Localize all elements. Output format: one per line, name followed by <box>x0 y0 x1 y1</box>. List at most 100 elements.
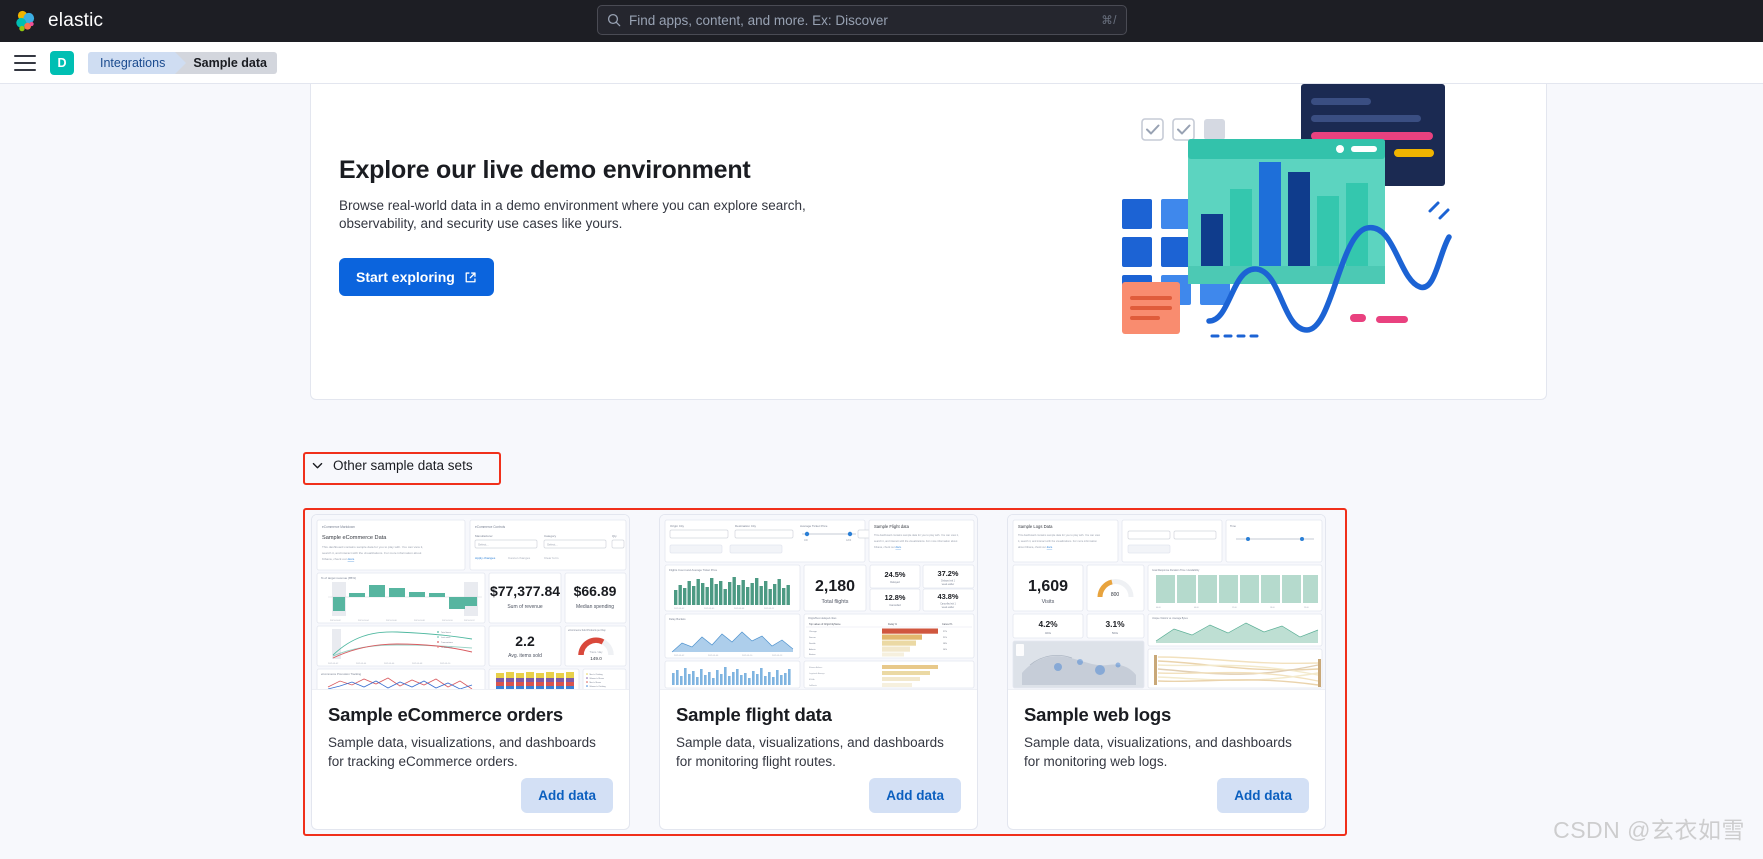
svg-text:21%: 21% <box>943 637 947 639</box>
svg-text:Denver: Denver <box>809 636 816 639</box>
svg-text:Select...: Select... <box>478 543 489 547</box>
svg-text:Atlanta: Atlanta <box>809 648 816 651</box>
svg-text:2021-01-06: 2021-01-06 <box>708 655 719 657</box>
hero-text-block: Explore our live demo environment Browse… <box>339 156 879 297</box>
svg-text:23:00: 23:00 <box>1304 607 1309 609</box>
breadcrumb-item-sample-data[interactable]: Sample data <box>175 51 277 74</box>
svg-text:Logstash Airways: Logstash Airways <box>809 672 825 675</box>
card-description-ecommerce: Sample data, visualizations, and dashboa… <box>328 735 596 769</box>
brand[interactable]: elastic <box>14 9 103 34</box>
svg-text:eCommerce Promotion Tracking: eCommerce Promotion Tracking <box>321 672 362 676</box>
svg-text:Boston: Boston <box>809 653 816 656</box>
svg-text:2021-01-11: 2021-01-11 <box>764 608 775 610</box>
svg-text:Women's Shoes: Women's Shoes <box>590 678 604 680</box>
svg-text:2.2: 2.2 <box>515 633 535 649</box>
svg-text:Time: Time <box>1230 524 1236 528</box>
demo-illustration <box>1104 84 1524 399</box>
svg-text:2021-01-02: 2021-01-02 <box>330 620 341 622</box>
other-sample-data-sets-toggle[interactable]: Other sample data sets <box>311 458 473 473</box>
card-footer-flights: Add data <box>660 778 977 829</box>
svg-text:Sample eCommerce Data: Sample eCommerce Data <box>322 535 387 541</box>
svg-text:1200: 1200 <box>846 540 852 542</box>
svg-text:2021-01-10: 2021-01-10 <box>442 620 453 622</box>
search-shortcut-badge: ⌘/ <box>1101 15 1117 27</box>
svg-text:3.1%: 3.1% <box>1105 619 1125 629</box>
svg-text:Apply changes: Apply changes <box>475 556 496 560</box>
svg-text:Trans / day: Trans / day <box>590 650 604 654</box>
svg-text:24.5%: 24.5% <box>885 570 906 579</box>
svg-text:06:00: 06:00 <box>1194 607 1199 609</box>
sample-data-card-ecommerce[interactable]: eCommerce Markdown Sample eCommerce Data… <box>311 514 630 830</box>
card-thumbnail-ecommerce: eCommerce Markdown Sample eCommerce Data… <box>312 515 629 690</box>
svg-text:ES-Air: ES-Air <box>809 678 815 681</box>
svg-text:Kibana Airlines: Kibana Airlines <box>809 666 822 669</box>
sample-data-card-flights[interactable]: Origin City Destination City Average Tic… <box>659 514 978 830</box>
svg-text:Cancel %: Cancel % <box>942 623 953 626</box>
svg-text:This dashboard contains sample: This dashboard contains sample data for … <box>1018 533 1100 537</box>
svg-text:Cancelled wk 1: Cancelled wk 1 <box>940 604 956 606</box>
svg-text:2021-01-08: 2021-01-08 <box>734 608 745 610</box>
svg-text:eCommerce Markdown: eCommerce Markdown <box>322 525 355 529</box>
svg-text:Chicago: Chicago <box>809 631 817 633</box>
svg-text:Sample Logs Data: Sample Logs Data <box>1018 524 1053 529</box>
svg-text:43.8%: 43.8% <box>938 592 959 601</box>
svg-text:Clear form: Clear form <box>544 556 559 560</box>
svg-text:400s: 400s <box>1045 631 1052 635</box>
global-search-box[interactable]: Find apps, content, and more. Ex: Discov… <box>597 5 1127 35</box>
global-search[interactable]: Find apps, content, and more. Ex: Discov… <box>597 5 1127 35</box>
svg-text:1,609: 1,609 <box>1028 578 1068 595</box>
svg-text:Sum of revenue: Sum of revenue <box>507 604 543 610</box>
svg-text:Delayed: Delayed <box>890 580 900 584</box>
svg-text:2021-01-04: 2021-01-04 <box>358 620 369 622</box>
svg-text:800: 800 <box>1111 592 1120 598</box>
start-exploring-button[interactable]: Start exploring <box>339 258 494 297</box>
other-sample-data-sets-label: Other sample data sets <box>333 458 473 473</box>
add-data-button-weblogs[interactable]: Add data <box>1217 778 1309 813</box>
hamburger-menu-icon[interactable] <box>14 54 36 71</box>
svg-text:% of target revenue (85%): % of target revenue (85%) <box>321 576 356 580</box>
card-body-flights: Sample flight data Sample data, visualiz… <box>660 690 977 778</box>
svg-text:Select...: Select... <box>547 543 558 547</box>
chevron-down-icon <box>311 459 324 472</box>
svg-text:week earlier: week earlier <box>942 606 955 609</box>
svg-text:2,180: 2,180 <box>815 578 855 595</box>
svg-text:about Kibana, check our docs.: about Kibana, check our docs. <box>1018 545 1053 549</box>
svg-text:27%: 27% <box>943 631 947 633</box>
svg-text:Total items: Total items <box>441 631 451 634</box>
svg-text:12.8%: 12.8% <box>885 593 906 602</box>
svg-text:Cancel changes: Cancel changes <box>508 556 531 560</box>
sample-data-card-weblogs[interactable]: Sample Logs Data This dashboard contains… <box>1007 514 1326 830</box>
svg-text:Median spending: Median spending <box>576 604 614 610</box>
card-body-weblogs: Sample web logs Sample data, visualizati… <box>1008 690 1325 778</box>
card-description-flights: Sample data, visualizations, and dashboa… <box>676 735 944 769</box>
svg-text:2021-01-10: 2021-01-10 <box>440 663 451 665</box>
svg-text:Top values of OriginCityName: Top values of OriginCityName <box>809 623 841 626</box>
svg-text:2021-01-13: 2021-01-13 <box>772 655 783 657</box>
breadcrumb-item-integrations[interactable]: Integrations <box>88 51 187 74</box>
svg-text:Men's Clothing: Men's Clothing <box>590 673 603 676</box>
svg-text:Women's Clothing: Women's Clothing <box>590 685 606 688</box>
svg-text:00:00: 00:00 <box>1156 607 1161 609</box>
card-title-ecommerce: Sample eCommerce orders <box>328 704 563 725</box>
svg-text:Origin City: Origin City <box>670 524 685 528</box>
svg-text:12:00: 12:00 <box>1232 607 1237 609</box>
svg-text:$77,377.84: $77,377.84 <box>490 583 560 599</box>
svg-text:Visits: Visits <box>1042 599 1055 605</box>
svg-text:500s: 500s <box>1112 631 1119 635</box>
add-data-button-flights[interactable]: Add data <box>869 778 961 813</box>
svg-text:Sample Flight data: Sample Flight data <box>874 524 910 529</box>
svg-text:Last week: Last week <box>441 636 451 639</box>
card-title-flights: Sample flight data <box>676 704 832 725</box>
space-avatar[interactable]: D <box>50 50 74 75</box>
svg-text:2021-01-02: 2021-01-02 <box>674 608 685 610</box>
svg-text:This dashboard contains sample: This dashboard contains sample data for … <box>874 533 959 537</box>
svg-text:149.0: 149.0 <box>590 656 602 661</box>
svg-text:2021-01-02: 2021-01-02 <box>328 663 339 665</box>
svg-text:Goal Response Duration Time /: Goal Response Duration Time / Availabili… <box>1152 569 1200 572</box>
svg-text:Avg. items sold: Avg. items sold <box>508 653 542 659</box>
add-data-button-ecommerce[interactable]: Add data <box>521 778 613 813</box>
svg-text:18%: 18% <box>943 643 947 645</box>
svg-text:Men's Shoes: Men's Shoes <box>590 682 602 684</box>
svg-text:Delayed wk 1: Delayed wk 1 <box>941 581 956 583</box>
svg-text:week earlier: week earlier <box>942 583 955 586</box>
